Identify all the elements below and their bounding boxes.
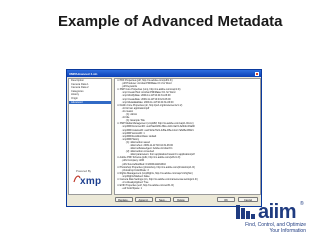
category-sidebar: Description Camera Data 1 Camera Data 2 Cat… — [68, 78, 112, 195]
xmp-logo: Powered By xmp — [72, 169, 110, 191]
tree-property-node[interactable]: · exif:ColorSpace: 1 — [115, 187, 260, 190]
xmp-logo-tagline: Powered By — [76, 169, 92, 173]
save-button[interactable]: Save... — [155, 197, 171, 202]
sidebar-item[interactable]: Advanced — [69, 100, 111, 105]
window-titlebar[interactable]: XMPAdvanced 4.sln — [67, 70, 261, 77]
tree-node-label: exif:ColorSpace: 1 — [122, 187, 143, 191]
xmp-logo-word: xmp — [80, 176, 102, 187]
ok-button[interactable]: OK — [217, 197, 235, 202]
aiim-mark-icon — [236, 205, 255, 219]
dialog-button-bar: Replace... Append... Save... Delete OK C… — [67, 196, 261, 204]
registered-mark: ® — [300, 201, 304, 207]
delete-button[interactable]: Delete — [173, 197, 189, 202]
aiim-wordmark: aiim — [258, 201, 297, 223]
slide-title: Example of Advanced Metadata — [58, 13, 283, 30]
window-title: XMPAdvanced 4.sln — [69, 71, 98, 76]
append-button[interactable]: Append... — [135, 197, 153, 202]
metadata-tree[interactable]: ⊟ PDF Properties (pdf, http://ns.adobe.c… — [114, 78, 261, 195]
metadata-dialog: XMPAdvanced 4.sln Description Camera Data… — [66, 69, 262, 207]
window-close-button[interactable] — [255, 71, 259, 76]
aiim-tagline-2: Your Information — [269, 228, 306, 234]
replace-button[interactable]: Replace... — [115, 197, 133, 202]
aiim-logo: aiim ® Find, Control, and Optimize Your … — [234, 197, 318, 239]
